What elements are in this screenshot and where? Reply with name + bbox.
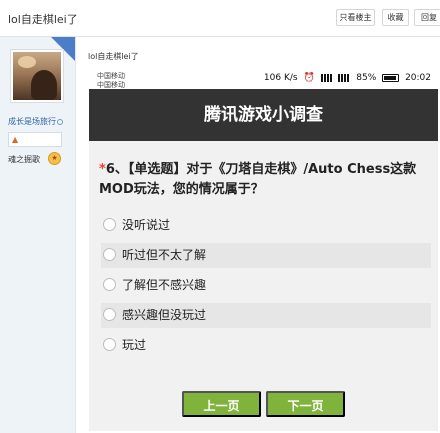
- radio-icon[interactable]: [103, 218, 116, 231]
- survey-option[interactable]: 了解但不感兴趣: [101, 273, 431, 298]
- status-right-group: 106 K/s ⏰ 85% 20:02: [261, 73, 431, 83]
- avatar-light-shape: [18, 56, 36, 68]
- username-link[interactable]: 成长是场旅行: [8, 116, 63, 127]
- status-time: 20:02: [405, 73, 431, 83]
- survey-question: *6、【单选题】对于《刀塔自走棋》/Auto Chess这款MOD玩法，您的情况…: [99, 160, 429, 200]
- thread-topbar: lol自走棋lei了 只看楼主 收藏 回复: [0, 0, 440, 37]
- survey-option[interactable]: 感兴趣但没玩过: [101, 303, 431, 328]
- battery-percent: 85%: [356, 73, 377, 83]
- radio-icon[interactable]: [103, 338, 116, 351]
- user-tag-row: ▲: [8, 132, 62, 147]
- survey-option-label: 玩过: [122, 338, 147, 352]
- previous-page-button[interactable]: 上一页: [182, 391, 261, 417]
- post-content: lol自走棋lei了 中国移动 中国移动 106 K/s ⏰ 85% 20:02…: [76, 37, 440, 433]
- screenshot-page: lol自走棋lei了 只看楼主 收藏 回复 成长是场旅行 ▲ 魂之掘歌 ★ lo…: [0, 0, 440, 433]
- avatar-image: [13, 52, 61, 100]
- alarm-icon: ⏰: [303, 73, 315, 83]
- phone-screenshot: 中国移动 中国移动 106 K/s ⏰ 85% 20:02 腾讯游戏小调查 *6…: [89, 68, 438, 431]
- user-verified-icon: [57, 118, 63, 125]
- survey-option-label: 了解但不感兴趣: [122, 278, 207, 292]
- flag-icon: ▲: [12, 135, 19, 144]
- survey-option-label: 没听说过: [122, 218, 171, 232]
- survey-header: 腾讯游戏小调查: [89, 89, 438, 141]
- radio-icon[interactable]: [103, 278, 116, 291]
- survey-option[interactable]: 没听说过: [101, 213, 431, 238]
- survey-option-label: 听过但不太了解: [122, 248, 207, 262]
- signal-icon: [320, 73, 333, 82]
- author-sidebar: 成长是场旅行 ▲ 魂之掘歌 ★: [0, 37, 76, 433]
- network-speed: 106 K/s: [263, 73, 298, 83]
- only-op-button[interactable]: 只看楼主: [336, 9, 375, 26]
- survey-question-card: *6、【单选题】对于《刀塔自走棋》/Auto Chess这款MOD玩法，您的情况…: [89, 141, 438, 431]
- required-marker: *: [99, 162, 106, 177]
- signal-icon-2: [338, 73, 351, 82]
- survey-option[interactable]: 玩过: [101, 333, 431, 358]
- next-page-button[interactable]: 下一页: [266, 391, 345, 417]
- avatar[interactable]: [10, 49, 64, 103]
- question-text: 6、【单选题】对于《刀塔自走棋》/Auto Chess这款MOD玩法，您的情况属…: [99, 162, 417, 197]
- battery-icon: [382, 73, 400, 82]
- survey-option[interactable]: 听过但不太了解: [101, 243, 431, 268]
- avatar-silhouette-shape: [31, 70, 57, 100]
- survey-option-label: 感兴趣但没玩过: [122, 308, 207, 322]
- post-title: lol自走棋lei了: [88, 52, 139, 61]
- phone-status-bar: 中国移动 中国移动 106 K/s ⏰ 85% 20:02: [89, 68, 438, 89]
- radio-icon[interactable]: [103, 248, 116, 261]
- medal-icon: ★: [48, 152, 61, 165]
- user-level-title: 魂之掘歌: [8, 155, 40, 164]
- thread-title: lol自走棋lei了: [8, 13, 78, 26]
- reply-button[interactable]: 回复: [414, 9, 440, 26]
- username-text: 成长是场旅行: [8, 117, 56, 126]
- favorite-button[interactable]: 收藏: [382, 9, 409, 26]
- radio-icon[interactable]: [103, 308, 116, 321]
